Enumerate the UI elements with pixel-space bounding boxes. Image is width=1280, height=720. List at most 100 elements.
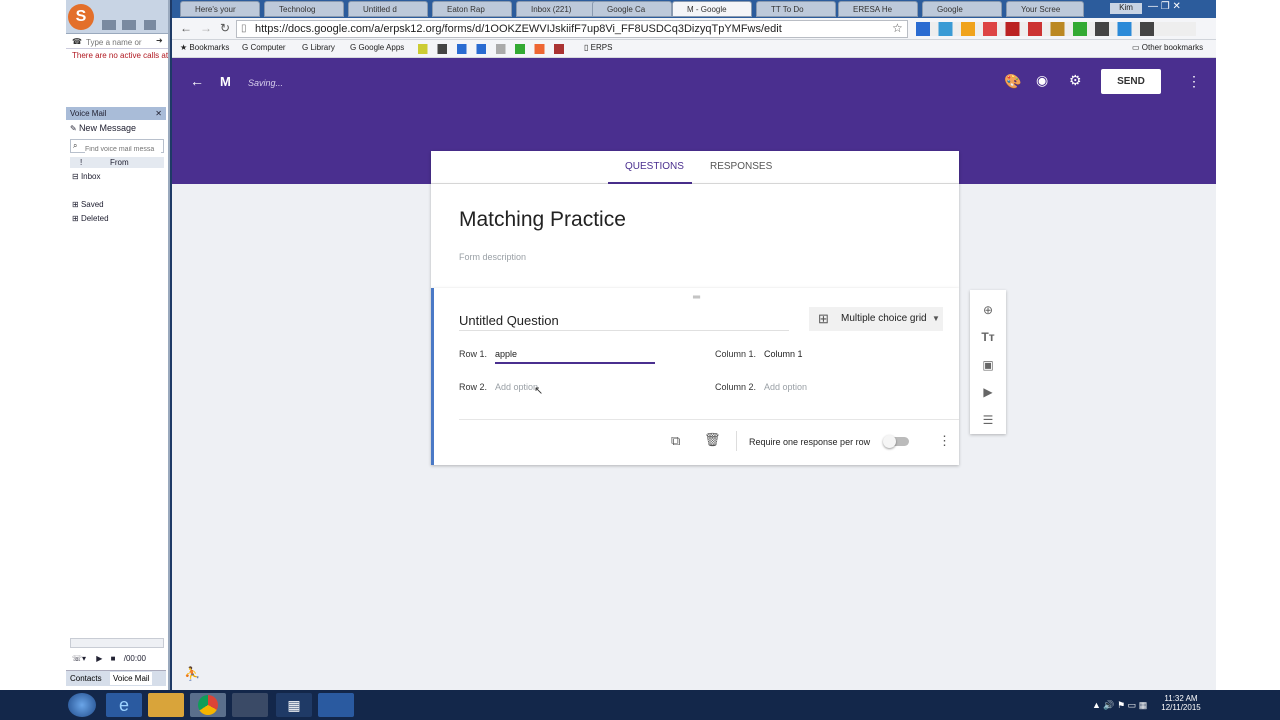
add-tools-sidebar: ⊕ Tт ▣ ▶ ☰ <box>970 290 1006 434</box>
dialpad-icon[interactable] <box>144 20 156 30</box>
start-button-icon[interactable] <box>68 693 96 717</box>
bookmark-google-apps[interactable]: G Google Apps <box>350 43 404 52</box>
row-1-input[interactable]: apple <box>495 349 655 364</box>
duplicate-icon[interactable]: ⧉ <box>671 433 680 449</box>
new-message-button[interactable]: ✎ New Message <box>70 123 136 133</box>
name-search-input[interactable] <box>86 36 152 48</box>
add-title-icon[interactable]: Tт <box>979 328 997 346</box>
bookmark-library[interactable]: G Library <box>302 43 335 52</box>
column-2-add-option[interactable]: Add option <box>764 382 807 392</box>
tab-voicemail[interactable]: Voice Mail <box>110 672 153 685</box>
settings-gear-icon[interactable]: ⚙ <box>1069 72 1082 89</box>
bookmark-bookmarks[interactable]: ★ Bookmarks <box>180 43 229 52</box>
bookmark-erps[interactable]: ▯ ERPS <box>584 43 612 52</box>
browser-tab[interactable]: Inbox (221) <box>516 1 596 17</box>
more-vert-icon[interactable]: ⋮ <box>1187 73 1201 90</box>
bookmark-star-icon[interactable]: ☆ <box>892 21 903 35</box>
folder-saved[interactable]: ⊞ Saved <box>72 200 104 209</box>
voicemail-title: Voice Mail <box>70 109 107 118</box>
bookmark-icons[interactable] <box>418 44 580 54</box>
reload-icon[interactable]: ↻ <box>220 21 230 35</box>
form-doc-title[interactable]: M <box>220 74 231 89</box>
drag-handle-icon[interactable]: ═ <box>693 292 700 303</box>
find-voicemail-field[interactable]: ⌕ <box>70 139 164 156</box>
add-image-icon[interactable]: ▣ <box>979 356 997 374</box>
other-bookmarks[interactable]: ▭ Other bookmarks <box>1132 43 1203 52</box>
column-1-input[interactable]: Column 1 <box>764 349 803 359</box>
question-type-dropdown[interactable]: ⊞ Multiple choice grid ▼ <box>809 307 943 331</box>
require-response-toggle[interactable] <box>883 435 909 448</box>
phone-icon[interactable] <box>122 20 136 30</box>
play-icon[interactable]: ▶ <box>96 654 102 663</box>
mouse-cursor-icon: ↖ <box>534 385 544 397</box>
contacts-icon[interactable] <box>102 20 116 30</box>
page-icon: ▯ <box>241 23 247 34</box>
form-title-card: Matching Practice Form description <box>431 184 959 288</box>
browser-tab[interactable]: TT To Do <box>756 1 836 17</box>
back-icon[interactable]: ← <box>180 21 192 35</box>
file-explorer-icon[interactable] <box>148 693 184 717</box>
horizontal-scrollbar[interactable] <box>70 638 164 648</box>
window-controls[interactable]: — ❐ ✕ <box>1148 1 1181 12</box>
tab-contacts[interactable]: Contacts <box>70 674 102 683</box>
speaker-icon[interactable]: ☏▾ <box>72 654 86 663</box>
add-video-icon[interactable]: ▶ <box>979 383 997 401</box>
delete-icon[interactable]: 🗑 <box>704 432 721 448</box>
app-icon[interactable] <box>318 693 354 717</box>
question-more-icon[interactable]: ⋮ <box>938 433 951 449</box>
dial-arrow-icon[interactable]: ➜ <box>156 36 163 45</box>
profile-badge[interactable]: Kim <box>1110 3 1142 14</box>
clock[interactable]: 11:32 AM 12/11/2015 <box>1160 694 1202 712</box>
preview-eye-icon[interactable]: ◉ <box>1036 72 1048 89</box>
back-arrow-icon[interactable]: ← <box>190 73 204 89</box>
browser-tab-active[interactable]: M - Google <box>672 1 752 17</box>
browser-tab[interactable]: Technolog <box>264 1 344 17</box>
extension-icons[interactable] <box>916 22 1196 36</box>
chrome-logo-icon <box>198 695 218 715</box>
dropdown-arrow-icon: ▼ <box>932 314 940 323</box>
browser-tab[interactable]: Your Scree <box>1006 1 1084 17</box>
softphone-taskbar-icon[interactable] <box>232 693 268 717</box>
stop-icon[interactable]: ■ <box>111 654 116 663</box>
send-button[interactable]: SEND <box>1101 69 1161 94</box>
close-icon[interactable]: ✕ <box>155 107 162 120</box>
chrome-taskbar-icon[interactable] <box>190 693 226 717</box>
clock-time: 11:32 AM <box>1164 694 1198 703</box>
internet-explorer-icon[interactable]: e <box>106 693 142 717</box>
browser-tab[interactable]: Google Ca <box>592 1 672 17</box>
footer-divider <box>736 431 737 451</box>
question-card[interactable]: ═ Untitled Question ⊞ Multiple choice gr… <box>431 288 959 465</box>
folder-inbox[interactable]: ⊟ Inbox <box>72 172 101 181</box>
browser-tab[interactable]: Eaton Rap <box>432 1 512 17</box>
from-column[interactable]: From <box>110 158 129 167</box>
palette-icon[interactable]: 🎨 <box>1004 73 1021 90</box>
tab-strip: Here's your Technolog Untitled d Eaton R… <box>172 0 1216 18</box>
browser-tab[interactable]: Here's your <box>180 1 260 17</box>
folder-deleted[interactable]: ⊞ Deleted <box>72 214 109 223</box>
find-voicemail-input[interactable] <box>85 143 161 156</box>
calculator-icon[interactable]: ▦ <box>276 693 312 717</box>
tray-icons[interactable]: ▲ 🔊 ⚑ ▭ ▦ <box>1092 700 1147 711</box>
question-title[interactable]: Untitled Question <box>459 313 789 331</box>
forward-icon[interactable]: → <box>200 21 212 35</box>
form-title[interactable]: Matching Practice <box>459 208 626 232</box>
form-description[interactable]: Form description <box>459 252 526 262</box>
desktop-left-edge <box>0 0 66 690</box>
softphone-titlebar: S <box>66 0 168 34</box>
clock-date: 12/11/2015 <box>1161 703 1201 712</box>
row-2-label: Row 2. <box>459 382 488 392</box>
browser-tab[interactable]: Untitled d <box>348 1 428 17</box>
browser-tab[interactable]: ERESA He <box>838 1 918 17</box>
tab-responses[interactable]: RESPONSES <box>710 161 772 172</box>
bookmark-computer[interactable]: G Computer <box>242 43 286 52</box>
browser-toolbar: ← → ↻ ▯ https://docs.google.com/a/erpsk1… <box>172 18 1216 40</box>
grid-icon: ⊞ <box>818 311 829 326</box>
add-section-icon[interactable]: ☰ <box>979 411 997 429</box>
softphone-panel: S ☎ ➜ There are no active calls at Voice… <box>66 0 170 690</box>
windows-taskbar: e ▦ ▲ 🔊 ⚑ ▭ ▦ 11:32 AM 12/11/2015 <box>0 690 1280 720</box>
browser-tab[interactable]: Google <box>922 1 1002 17</box>
row-2-add-option[interactable]: Add option <box>495 382 538 392</box>
add-question-icon[interactable]: ⊕ <box>979 301 997 319</box>
tab-questions[interactable]: QUESTIONS <box>625 161 684 172</box>
address-bar[interactable]: ▯ https://docs.google.com/a/erpsk12.org/… <box>236 20 908 38</box>
